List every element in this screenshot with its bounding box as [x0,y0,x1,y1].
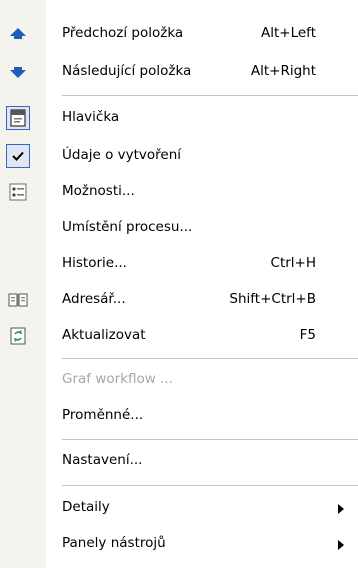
menu-item-label: Detaily [62,499,110,515]
refresh-icon [7,325,29,347]
menu-separator [62,439,358,440]
submenu-arrow-icon [338,504,344,514]
menu-item-header[interactable]: Hlavička [0,100,358,136]
header-icon [5,105,31,131]
context-menu: Předchozí položka Alt+Left Následující p… [0,0,358,568]
menu-item-workflow-graph: Graf workflow ... [0,362,358,398]
address-book-icon [7,289,29,311]
arrow-up-icon [7,23,29,45]
menu-item-shortcut: Shift+Ctrl+B [229,291,316,307]
submenu-arrow-icon [338,540,344,550]
menu-item-label: Následující položka [62,63,192,79]
menu-item-next[interactable]: Následující položka Alt+Right [0,54,358,90]
options-icon [7,181,29,203]
menu-item-label: Aktualizovat [62,327,146,343]
menu-item-address-book[interactable]: Adresář... Shift+Ctrl+B [0,282,358,318]
menu-item-options[interactable]: Možnosti... [0,174,358,210]
menu-item-label: Adresář... [62,291,126,307]
menu-item-shortcut: F5 [299,327,316,343]
menu-item-variables[interactable]: Proměnné... [0,398,358,434]
arrow-down-icon [7,61,29,83]
menu-item-label: Předchozí položka [62,25,184,41]
menu-item-label: Proměnné... [62,407,144,423]
menu-item-label: Historie... [62,255,127,271]
menu-separator [62,485,358,486]
menu-item-refresh[interactable]: Aktualizovat F5 [0,318,358,354]
menu-separator [62,358,358,359]
menu-item-label: Údaje o vytvoření [62,147,182,163]
menu-item-creation-info[interactable]: Údaje o vytvoření [0,138,358,174]
menu-item-shortcut: Alt+Left [261,25,316,41]
menu-item-label: Graf workflow ... [62,371,173,387]
menu-item-history[interactable]: Historie... Ctrl+H [0,246,358,282]
checkmark-icon [5,143,31,169]
menu-item-process-location[interactable]: Umístění procesu... [0,210,358,246]
menu-item-label: Nastavení... [62,452,143,468]
menu-separator [62,95,358,96]
menu-item-label: Hlavička [62,109,120,125]
menu-item-label: Umístění procesu... [62,219,193,235]
menu-item-previous[interactable]: Předchozí položka Alt+Left [0,16,358,52]
menu-item-shortcut: Alt+Right [250,63,316,79]
menu-item-label: Možnosti... [62,183,135,199]
menu-item-label: Panely nástrojů [62,535,166,551]
menu-item-details[interactable]: Detaily [0,490,358,526]
menu-item-toolbars[interactable]: Panely nástrojů [0,526,358,562]
menu-item-shortcut: Ctrl+H [270,255,316,271]
menu-item-settings[interactable]: Nastavení... [0,443,358,479]
